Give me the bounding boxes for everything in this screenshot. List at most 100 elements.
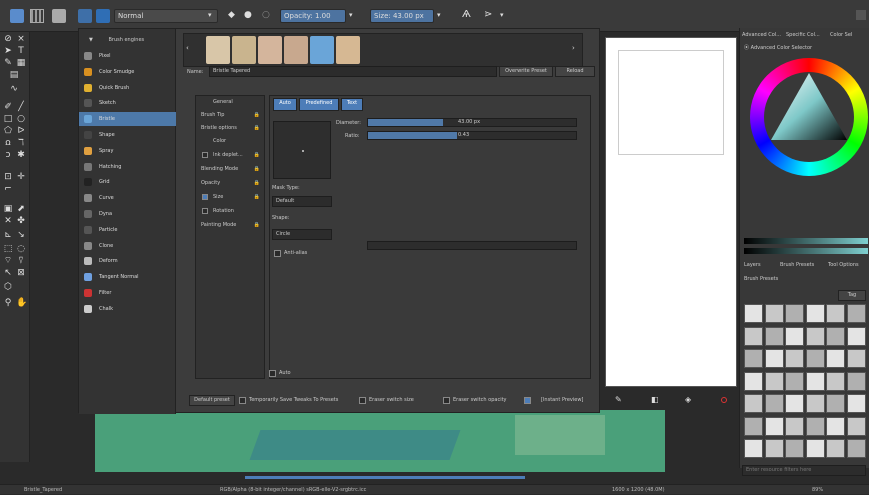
option-item[interactable]: Bristle options 🔒 (197, 123, 263, 134)
preset-cell[interactable] (805, 371, 825, 391)
preset-cell[interactable] (764, 439, 784, 458)
fill-icon[interactable]: ◈ (685, 395, 691, 404)
pointer-tool-icon[interactable]: ➤ (3, 46, 13, 56)
gradient-tool-icon[interactable]: ▤ (9, 70, 19, 80)
engine-item[interactable]: Hatching (79, 160, 176, 174)
polygon-tool-icon[interactable]: ⬠ (3, 126, 13, 136)
lock-icon[interactable]: 🔒 (254, 110, 260, 121)
preserve-alpha-icon[interactable]: ● (244, 10, 252, 20)
mirror-vertical-icon[interactable]: ⋗ (484, 9, 492, 20)
preset-cell[interactable] (826, 304, 845, 323)
multibrush-icon[interactable]: ✱ (16, 150, 26, 160)
option-checkbox[interactable] (202, 208, 208, 214)
dock-tab[interactable]: Color Sel (830, 32, 869, 42)
preset-cell[interactable] (785, 416, 804, 436)
layers-icon[interactable] (52, 9, 66, 23)
hue-slider[interactable] (744, 238, 868, 244)
option-checkbox[interactable] (202, 152, 208, 158)
outline-select-icon[interactable]: ⍢ (16, 256, 26, 266)
grid-tool-icon[interactable]: ▦ (16, 58, 26, 68)
color-wheel[interactable] (750, 58, 868, 176)
preset-thumb[interactable] (258, 36, 282, 64)
bezier-tool-icon[interactable]: ꭥ (3, 138, 13, 148)
rectangle-tool-icon[interactable]: □ (3, 114, 13, 124)
chevron-down-icon[interactable]: ▾ (208, 11, 212, 19)
lock-icon[interactable]: 🔒 (254, 150, 260, 161)
pattern-icon[interactable] (96, 9, 110, 23)
option-item[interactable]: Painting Mode 🔒 (197, 220, 263, 231)
preset-cell[interactable] (805, 439, 825, 458)
preset-cell[interactable] (805, 394, 825, 413)
preset-cell[interactable] (846, 326, 866, 346)
preset-cell[interactable] (785, 349, 804, 368)
preset-cell[interactable] (826, 394, 845, 413)
preset-cell[interactable] (785, 439, 804, 458)
preset-thumb[interactable] (206, 36, 230, 64)
mask-type-select[interactable]: Default (272, 196, 332, 207)
option-item[interactable]: Opacity 🔒 (197, 178, 263, 189)
preset-thumb[interactable] (336, 36, 360, 64)
option-item[interactable]: Color (197, 136, 263, 147)
eraser-opacity-checkbox[interactable] (443, 397, 450, 404)
lock-icon[interactable]: 🔒 (254, 123, 260, 134)
horizontal-scrollbar[interactable] (245, 476, 525, 479)
brush-icon[interactable]: ✎ (615, 395, 622, 404)
option-item[interactable]: Blending Mode 🔒 (197, 164, 263, 175)
close-tool-icon[interactable]: × (16, 34, 26, 44)
collapse-icon[interactable]: ▼ (89, 37, 93, 43)
option-item[interactable]: General (197, 97, 263, 108)
circle-icon[interactable]: ○ (262, 10, 270, 20)
preset-cell[interactable] (846, 439, 866, 458)
engine-item[interactable]: Shape (79, 128, 176, 142)
size-slider[interactable]: Size: 43.00 px (370, 9, 434, 23)
engine-item[interactable]: Grid (79, 175, 176, 189)
dock-tab[interactable]: Specific Col... (786, 32, 828, 42)
preset-cell[interactable] (826, 349, 845, 368)
grid-icon[interactable] (30, 9, 44, 23)
size-chevron-icon[interactable]: ▾ (437, 11, 441, 19)
lock-icon[interactable]: 🔒 (254, 220, 260, 231)
option-checkbox[interactable] (202, 194, 208, 200)
preset-cell[interactable] (785, 394, 804, 413)
eraser-size-checkbox[interactable] (359, 397, 366, 404)
dock-tab[interactable]: Advanced Col... (742, 32, 784, 42)
preset-cell[interactable] (846, 371, 866, 391)
preset-cell[interactable] (764, 349, 784, 368)
preset-cell[interactable] (744, 416, 763, 436)
preset-thumb[interactable] (232, 36, 256, 64)
preset-cell[interactable] (805, 416, 825, 436)
contiguous-select-icon[interactable]: ↖ (3, 268, 13, 278)
gradient-fill-icon[interactable]: ⬈ (16, 204, 26, 214)
select-tool-icon[interactable]: ⊘ (3, 34, 13, 44)
preset-cell[interactable] (846, 416, 866, 436)
preset-thumb-selected[interactable] (310, 36, 334, 64)
tip-tab[interactable]: Text (341, 98, 363, 111)
panel-icon[interactable]: ◧ (651, 395, 659, 404)
fill-tool-icon[interactable]: ▣ (3, 204, 13, 214)
engine-item[interactable]: Clone (79, 239, 176, 253)
menu-chevron-icon[interactable]: ▾ (500, 11, 504, 19)
engine-item[interactable]: Sketch (79, 96, 176, 110)
resource-filter-input[interactable]: Enter resource filters here (742, 465, 866, 476)
preset-cell[interactable] (785, 326, 804, 346)
dock-tab[interactable]: Tool Options (828, 262, 868, 272)
option-item[interactable]: Brush Tip 🔒 (197, 110, 263, 121)
preset-cell[interactable] (846, 349, 866, 368)
engine-item[interactable]: Spray (79, 144, 176, 158)
preset-cell[interactable] (826, 416, 845, 436)
auto-checkbox[interactable] (269, 370, 276, 377)
polygon-select-icon[interactable]: ⌔ (3, 256, 13, 266)
engine-item[interactable]: Tangent Normal (79, 270, 176, 284)
dock-tab[interactable]: Brush Presets (780, 262, 824, 272)
opacity-slider[interactable]: Opacity: 1.00 (280, 9, 346, 23)
zoom-tool-icon[interactable]: ⚲ (3, 298, 13, 308)
temp-save-checkbox[interactable] (239, 397, 246, 404)
preset-cell[interactable] (785, 371, 804, 391)
ratio-slider[interactable]: 0.43 (367, 131, 577, 140)
reset-icon[interactable] (721, 397, 727, 403)
brush-tool-icon[interactable]: ✎ (3, 58, 13, 68)
lock-icon[interactable]: 🔒 (254, 178, 260, 189)
antialias-checkbox[interactable] (274, 250, 281, 257)
measure-tool-icon[interactable]: ↘ (16, 230, 26, 240)
preset-cell[interactable] (805, 326, 825, 346)
